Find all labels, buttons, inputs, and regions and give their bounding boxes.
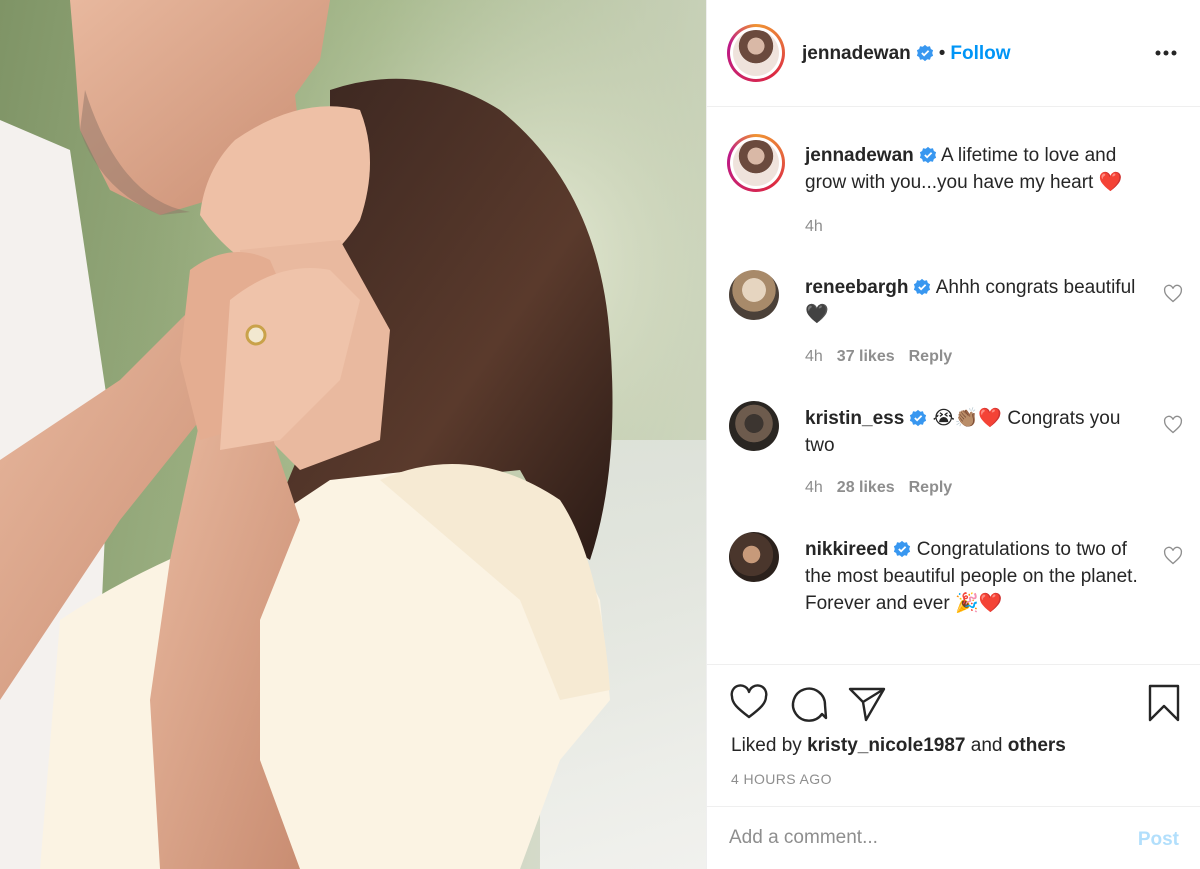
comment-text-block: reneebargh Ahhh congrats beautiful 🖤 [805,274,1145,328]
verified-badge-icon [894,540,911,558]
comment-meta: 4h 37 likes Reply [805,348,966,366]
like-comment-heart-icon[interactable] [1163,546,1183,566]
liked-by-others-link[interactable]: others [1008,735,1066,756]
caption-item: jennadewan A lifetime to love and grow w… [727,132,1189,242]
comment-username[interactable]: kristin_ess [805,408,904,429]
comment-text-block: nikkireed Congratulations to two of the … [805,536,1145,617]
photo-illustration [0,0,706,869]
add-comment-bar: Post [707,806,1200,869]
share-paper-plane-icon[interactable] [847,683,887,723]
comment-emojis: 😭👏🏽❤️ [932,408,1003,429]
caption-meta: 4h [805,218,837,236]
reply-button[interactable]: Reply [909,479,953,496]
comment-username[interactable]: nikkireed [805,539,888,560]
comment-likes[interactable]: 37 likes [837,348,895,365]
post-side-panel: jennadewan • Follow jennadewan A lifetime … [706,0,1200,869]
like-comment-heart-icon[interactable] [1163,415,1183,435]
liked-by-and: and [970,735,1003,756]
post-timestamp[interactable]: 4 HOURS AGO [731,771,832,787]
comment-likes[interactable]: 28 likes [837,479,895,496]
reply-button[interactable]: Reply [909,348,953,365]
comment-item: kristin_ess 😭👏🏽❤️ Congrats you two 4h 28 … [729,401,1189,511]
like-heart-icon[interactable] [729,683,769,723]
comment-time[interactable]: 4h [805,479,823,496]
post-header: jennadewan • Follow [707,0,1200,107]
author-avatar[interactable] [727,24,785,82]
comment-text: Ahhh congrats beautiful [935,277,1136,298]
post-actions: Liked by kristy_nicole1987 and others 4 … [707,664,1200,806]
comment-text-block: kristin_ess 😭👏🏽❤️ Congrats you two [805,405,1145,459]
commenter-avatar[interactable] [729,401,779,451]
caption-avatar[interactable] [727,134,785,192]
commenter-avatar[interactable] [729,270,779,320]
caption-text-block: jennadewan A lifetime to love and grow w… [805,142,1145,196]
post-photo[interactable] [0,0,706,869]
comment-emojis: 🎉❤️ [954,593,1003,614]
black-heart-emoji: 🖤 [805,304,829,325]
commenter-avatar[interactable] [729,532,779,582]
comment-item: reneebargh Ahhh congrats beautiful 🖤 4h 3… [729,270,1189,380]
comment-item: nikkireed Congratulations to two of the … [729,532,1189,662]
like-comment-heart-icon[interactable] [1163,284,1183,304]
caption-username[interactable]: jennadewan [805,145,914,166]
verified-badge-icon [916,44,933,62]
ellipsis-icon[interactable] [1153,40,1179,66]
liked-by-user[interactable]: kristy_nicole1987 [807,735,965,756]
comment-input[interactable] [729,823,1109,853]
follow-button[interactable]: Follow [950,43,1010,64]
caption-time[interactable]: 4h [805,218,823,235]
header-author-line: jennadewan • Follow [802,43,1011,65]
comment-bubble-icon[interactable] [789,683,829,723]
comment-meta: 4h 28 likes Reply [805,479,966,497]
verified-badge-icon [919,146,936,164]
separator-dot: • [938,43,946,64]
red-heart-emoji: ❤️ [1098,172,1123,193]
post-comment-button[interactable]: Post [1138,829,1179,851]
liked-by-text: Liked by kristy_nicole1987 and others [731,735,1066,757]
author-username[interactable]: jennadewan [802,43,911,64]
bookmark-save-icon[interactable] [1144,683,1184,723]
liked-by-prefix: Liked by [731,735,802,756]
comments-list[interactable]: jennadewan A lifetime to love and grow w… [707,108,1200,664]
comment-time[interactable]: 4h [805,348,823,365]
verified-badge-icon [914,278,931,296]
verified-badge-icon [910,409,927,427]
comment-username[interactable]: reneebargh [805,277,908,298]
